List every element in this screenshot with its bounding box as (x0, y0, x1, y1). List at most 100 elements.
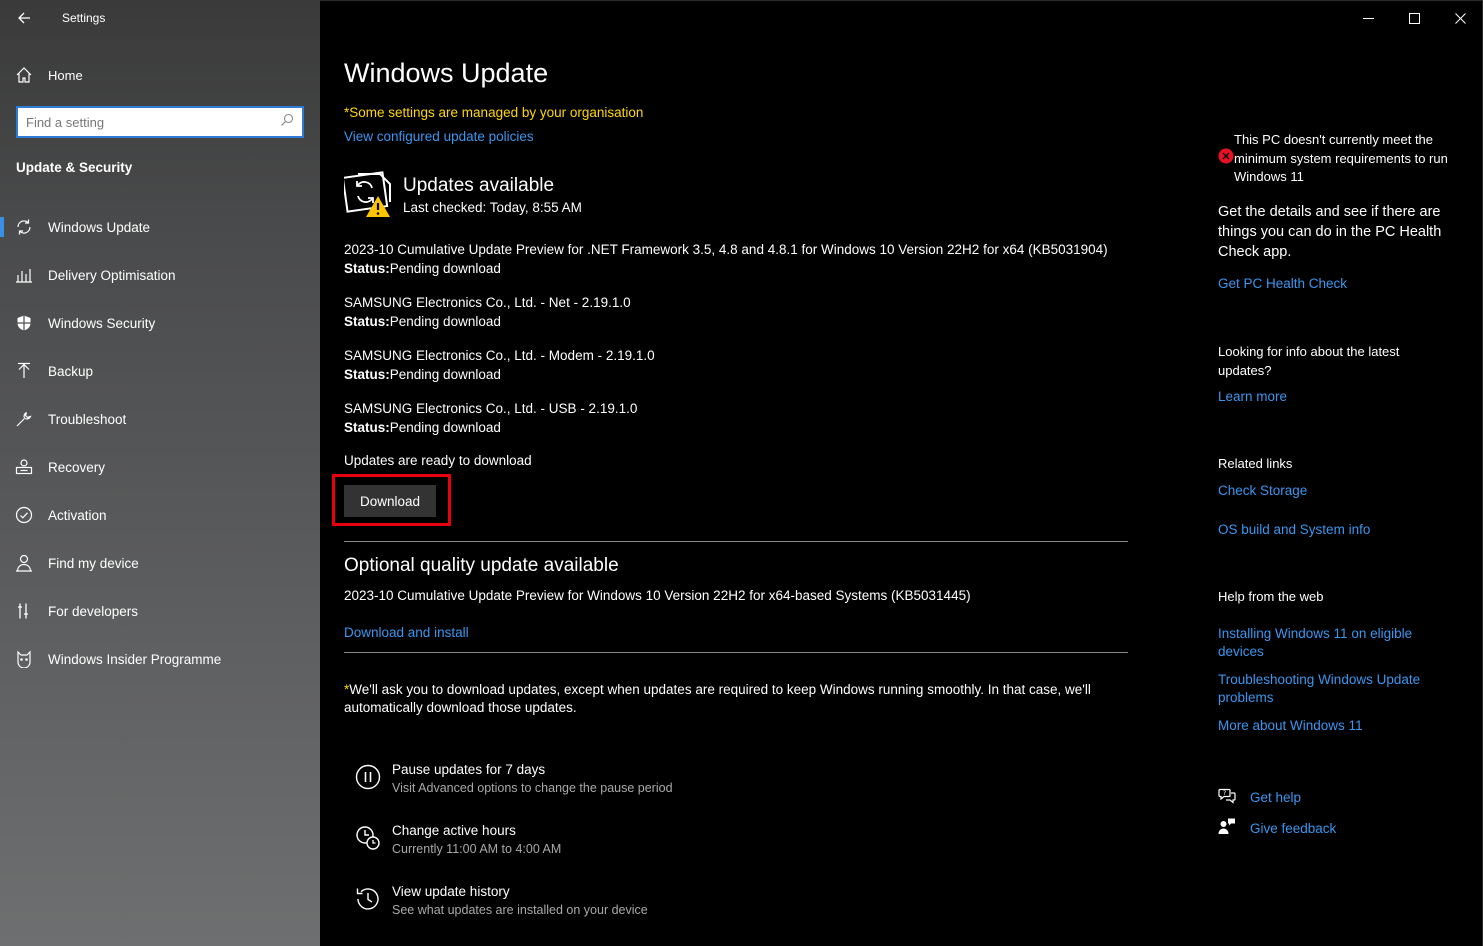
status-value: Pending download (389, 367, 501, 382)
help-from-web-heading: Help from the web (1218, 589, 1324, 604)
download-button[interactable]: Download (344, 485, 436, 517)
refresh-icon (0, 218, 48, 236)
get-help-row[interactable]: ? Get help (1218, 782, 1336, 813)
sidebar-item-backup[interactable]: Backup (0, 347, 320, 395)
status-value: Pending download (389, 314, 501, 329)
update-status: Status:Pending download (344, 312, 1144, 331)
error-icon (1218, 131, 1234, 187)
page-title: Windows Update (344, 58, 549, 88)
shield-icon (0, 314, 48, 332)
home-nav[interactable]: Home (0, 60, 320, 90)
sidebar-item-for-developers[interactable]: For developers (0, 587, 320, 635)
option-update-history[interactable]: View update history See what updates are… (344, 882, 673, 943)
option-title: View update history (392, 884, 510, 899)
update-options: Pause updates for 7 days Visit Advanced … (344, 760, 673, 943)
status-label: Status: (344, 314, 390, 329)
minimize-icon (1362, 17, 1374, 19)
sidebar-item-label: Recovery (48, 459, 106, 475)
status-label: Status: (344, 420, 390, 435)
help-link-more-about-windows-11[interactable]: More about Windows 11 (1218, 717, 1448, 735)
back-arrow-icon (18, 12, 30, 24)
download-and-install-link[interactable]: Download and install (344, 625, 469, 640)
get-help-link[interactable]: Get help (1250, 790, 1301, 805)
history-icon (344, 882, 392, 912)
sidebar-item-label: Windows Security (48, 315, 156, 331)
footnote: *We'll ask you to download updates, exce… (344, 681, 1134, 717)
windows11-warning: This PC doesn't currently meet the minim… (1218, 131, 1458, 187)
status-label: Status: (344, 261, 390, 276)
option-sub: Currently 11:00 AM to 4:00 AM (392, 842, 562, 856)
optional-update-desc: 2023-10 Cumulative Update Preview for Wi… (344, 588, 971, 603)
help-links: Installing Windows 11 on eligible device… (1218, 625, 1448, 745)
give-feedback-link[interactable]: Give feedback (1250, 821, 1336, 836)
sidebar-item-label: For developers (48, 603, 139, 619)
update-name: SAMSUNG Electronics Co., Ltd. - Net - 2.… (344, 295, 631, 310)
title-bar: Settings (0, 0, 320, 36)
recovery-icon (0, 458, 48, 476)
status-title: Updates available (403, 175, 555, 196)
close-button[interactable] (1437, 0, 1483, 36)
update-status-block: Updates available Last checked: Today, 8… (341, 170, 582, 220)
sidebar-item-find-my-device[interactable]: Find my device (0, 539, 320, 587)
sidebar-item-windows-security[interactable]: Windows Security (0, 299, 320, 347)
pause-icon (344, 760, 392, 790)
maximize-button[interactable] (1391, 0, 1437, 36)
update-warning-icon (341, 170, 394, 220)
update-status: Status:Pending download (344, 365, 1144, 384)
sidebar-item-label: Delivery Optimisation (48, 267, 176, 283)
search-box[interactable] (16, 106, 304, 138)
sidebar-item-windows-update[interactable]: Windows Update (0, 203, 320, 251)
windows11-warning-text: This PC doesn't currently meet the minim… (1234, 132, 1448, 184)
home-icon (0, 66, 48, 84)
ready-text: Updates are ready to download (344, 453, 532, 468)
divider (344, 652, 1128, 653)
check-storage-link[interactable]: Check Storage (1218, 483, 1307, 498)
back-button[interactable] (0, 0, 48, 36)
sidebar-item-activation[interactable]: Activation (0, 491, 320, 539)
delivery-icon (0, 266, 48, 284)
give-feedback-row[interactable]: Give feedback (1218, 813, 1336, 844)
sidebar-item-troubleshoot[interactable]: Troubleshoot (0, 395, 320, 443)
help-link-installing-windows-11[interactable]: Installing Windows 11 on eligible device… (1218, 625, 1448, 661)
feedback-icon (1218, 817, 1250, 840)
close-icon (1454, 12, 1466, 24)
list-item: SAMSUNG Electronics Co., Ltd. - Modem - … (344, 346, 1144, 399)
wrench-icon (0, 410, 48, 428)
section-heading: Update & Security (16, 160, 133, 175)
search-input[interactable] (26, 114, 280, 130)
maximize-icon (1408, 12, 1420, 24)
option-pause-updates[interactable]: Pause updates for 7 days Visit Advanced … (344, 760, 673, 821)
update-name: SAMSUNG Electronics Co., Ltd. - Modem - … (344, 348, 655, 363)
sidebar-item-recovery[interactable]: Recovery (0, 443, 320, 491)
search-icon[interactable] (280, 113, 294, 132)
status-label: Status: (344, 367, 390, 382)
help-link-troubleshooting-update[interactable]: Troubleshooting Windows Update problems (1218, 671, 1448, 707)
sidebar-item-delivery-optimisation[interactable]: Delivery Optimisation (0, 251, 320, 299)
sidebar-item-label: Find my device (48, 555, 139, 571)
person-icon (0, 554, 48, 572)
option-title: Pause updates for 7 days (392, 762, 546, 777)
status-value: Pending download (389, 261, 501, 276)
related-links-heading: Related links (1218, 456, 1293, 471)
app-title: Settings (62, 11, 106, 25)
sidebar: Settings Home Update & Security Windows … (0, 0, 320, 946)
list-item: 2023-10 Cumulative Update Preview for .N… (344, 240, 1144, 293)
view-policies-link[interactable]: View configured update policies (344, 129, 534, 144)
active-hours-icon (344, 821, 392, 851)
option-active-hours[interactable]: Change active hours Currently 11:00 AM t… (344, 821, 673, 882)
list-item: SAMSUNG Electronics Co., Ltd. - USB - 2.… (344, 399, 1144, 452)
insider-icon (0, 650, 48, 668)
get-pc-health-check-link[interactable]: Get PC Health Check (1218, 276, 1347, 291)
top-border (320, 0, 1483, 1)
latest-info-question: Looking for info about the latest update… (1218, 344, 1400, 378)
learn-more-link[interactable]: Learn more (1218, 389, 1287, 404)
health-check-desc: Get the details and see if there are thi… (1218, 204, 1442, 260)
minimize-button[interactable] (1345, 0, 1391, 36)
os-build-link[interactable]: OS build and System info (1218, 522, 1370, 537)
support-links: ? Get help Give feedback (1218, 782, 1336, 844)
backup-icon (0, 362, 48, 380)
managed-note: *Some settings are managed by your organ… (344, 105, 644, 120)
svg-text:?: ? (1223, 790, 1226, 797)
sidebar-item-windows-insider-programme[interactable]: Windows Insider Programme (0, 635, 320, 683)
sidebar-item-label: Backup (48, 363, 94, 379)
